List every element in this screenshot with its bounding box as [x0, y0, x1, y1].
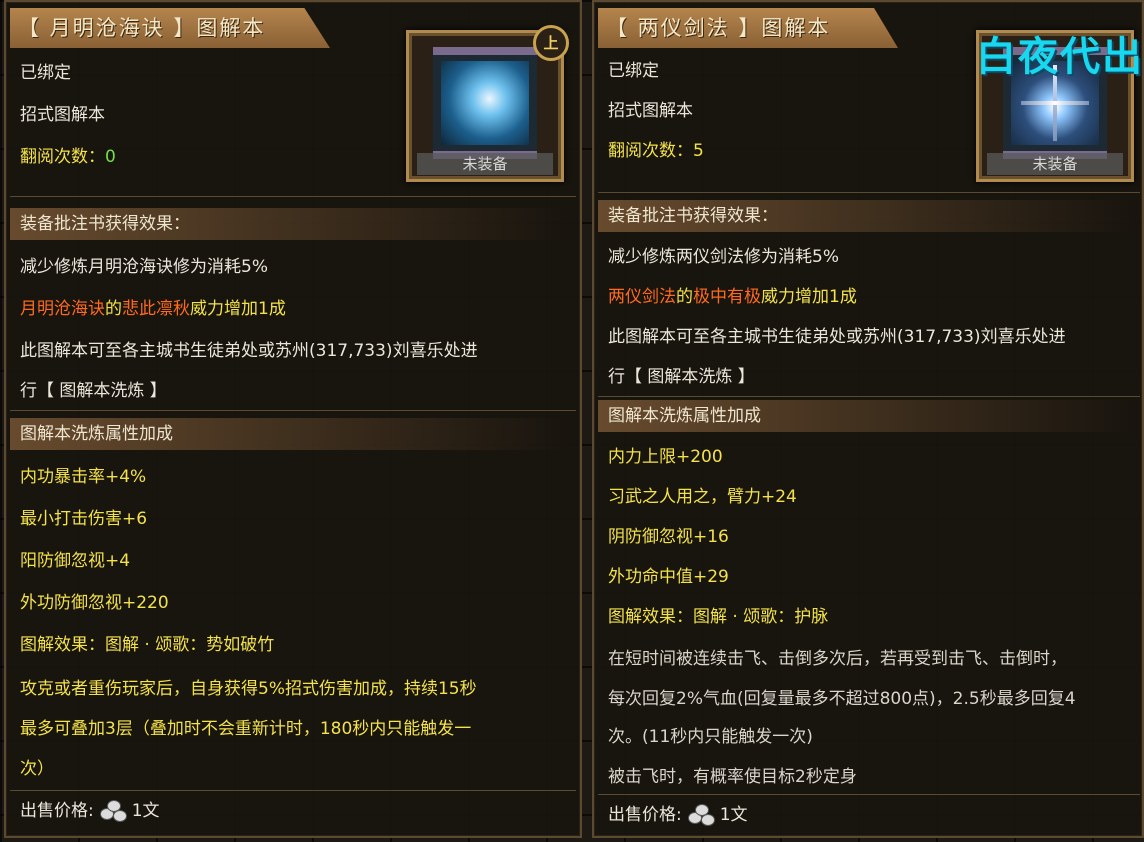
attribute-line: 习武之人用之，臂力+24: [608, 487, 797, 507]
effects-header: 装备批注书获得效果：: [598, 200, 1138, 232]
effect-desc-line: 次）: [20, 759, 54, 779]
refine-info-line-1: 此图解本可至各主城书生徒弟处或苏州(317,733)刘喜乐处进: [20, 341, 478, 361]
sell-price-label: 出售价格:: [608, 805, 682, 825]
refine-info-line-2: 行【 图解本洗炼 】: [608, 367, 755, 387]
attribute-line: 阳防御忽视+4: [20, 551, 131, 571]
effect-power-de: 的: [676, 287, 693, 307]
effect-power: 月明沧海诀的悲此凛秋威力增加1成: [20, 298, 286, 320]
attribute-line: 最小打击伤害+6: [20, 509, 148, 529]
refine-header: 图解本洗炼属性加成: [598, 400, 1138, 432]
coin-icon: [99, 800, 127, 822]
sell-price: 出售价格: 1文: [20, 800, 160, 822]
divider: [598, 396, 1140, 397]
item-type: 招式图解本: [608, 101, 693, 121]
effect-desc-line: 攻克或者重伤玩家后，自身获得5%招式伤害加成，持续15秒: [20, 679, 477, 699]
effect-power: 两仪剑法的极中有极威力增加1成: [608, 286, 857, 308]
equip-status-tag: 未装备: [417, 153, 553, 175]
effect-power-rest: 威力增加1成: [761, 287, 857, 307]
sell-price: 出售价格: 1文: [608, 804, 748, 826]
sell-price-label: 出售价格:: [20, 801, 94, 821]
effect-power-de: 的: [105, 299, 122, 319]
attribute-line: 内功暴击率+4%: [20, 467, 147, 487]
item-tooltip-left: 【 月明沧海诀 】图解本 未装备 上 已绑定 招式图解本 翻阅次数：0 装备批注…: [4, 0, 582, 838]
effect-desc-line: 被击飞时，有概率使目标2秒定身: [608, 767, 857, 787]
effect-desc-line: 在短时间被连续击飞、击倒多次后，若再受到击飞、击倒时，: [608, 649, 1067, 669]
bound-status: 已绑定: [608, 61, 659, 81]
bound-status: 已绑定: [20, 63, 71, 83]
skill-art-icon: [441, 61, 529, 145]
effect-reduce: 减少修炼两仪剑法修为消耗5%: [608, 247, 839, 267]
attribute-line: 阴防御忽视+16: [608, 527, 729, 547]
refine-header: 图解本洗炼属性加成: [10, 418, 570, 450]
effect-desc-line: 每次回复2%气血(回复量最多不超过800点)，2.5秒最多回复4: [608, 689, 1076, 709]
coin-icon: [687, 804, 715, 826]
item-title: 【 两仪剑法 】图解本: [598, 8, 898, 48]
attribute-line: 内力上限+200: [608, 447, 723, 467]
effects-header: 装备批注书获得效果：: [10, 208, 570, 240]
skill-name: 两仪剑法: [608, 287, 676, 307]
move-name: 悲此凛秋: [122, 299, 190, 319]
grade-badge: 上: [533, 25, 569, 61]
read-count: 翻阅次数：0: [20, 146, 116, 168]
effect-title: 图解效果：图解 · 颂歌：护脉: [608, 607, 829, 627]
refine-info-line-2: 行【 图解本洗炼 】: [20, 381, 167, 401]
effect-desc-line: 次。(11秒内只能触发一次): [608, 727, 813, 747]
sell-price-value: 1文: [131, 801, 160, 821]
read-count-label: 翻阅次数：: [608, 141, 693, 161]
divider: [10, 410, 576, 411]
item-icon-frame: 未装备 上: [406, 25, 569, 182]
read-count: 翻阅次数：5: [608, 140, 704, 162]
watermark: 白夜代出: [976, 34, 1144, 80]
item-type: 招式图解本: [20, 105, 105, 125]
effect-desc-line: 最多可叠加3层（叠加时不会重新计时，180秒内只能触发一: [20, 719, 472, 739]
effect-power-rest: 威力增加1成: [190, 299, 286, 319]
equip-status-tag: 未装备: [987, 153, 1123, 175]
attribute-line: 外功命中值+29: [608, 567, 729, 587]
divider: [10, 196, 576, 197]
divider: [598, 192, 1140, 193]
attribute-line: 外功防御忽视+220: [20, 593, 169, 613]
scroll-icon: [433, 47, 537, 159]
move-name: 极中有极: [693, 287, 761, 307]
skill-name: 月明沧海诀: [20, 299, 105, 319]
effect-title: 图解效果：图解 · 颂歌：势如破竹: [20, 635, 275, 655]
sell-price-value: 1文: [719, 805, 748, 825]
item-tooltip-right: 【 两仪剑法 】图解本 未装备 已绑定 招式图解本 翻阅次数：5 装备批注书获得…: [592, 0, 1144, 838]
read-count-value: 5: [693, 141, 704, 161]
read-count-label: 翻阅次数：: [20, 147, 105, 167]
item-title: 【 月明沧海诀 】图解本: [10, 8, 330, 48]
effect-reduce: 减少修炼月明沧海诀修为消耗5%: [20, 257, 268, 277]
divider: [10, 790, 576, 791]
read-count-value: 0: [105, 147, 116, 167]
refine-info-line-1: 此图解本可至各主城书生徒弟处或苏州(317,733)刘喜乐处进: [608, 327, 1066, 347]
divider: [598, 794, 1140, 795]
